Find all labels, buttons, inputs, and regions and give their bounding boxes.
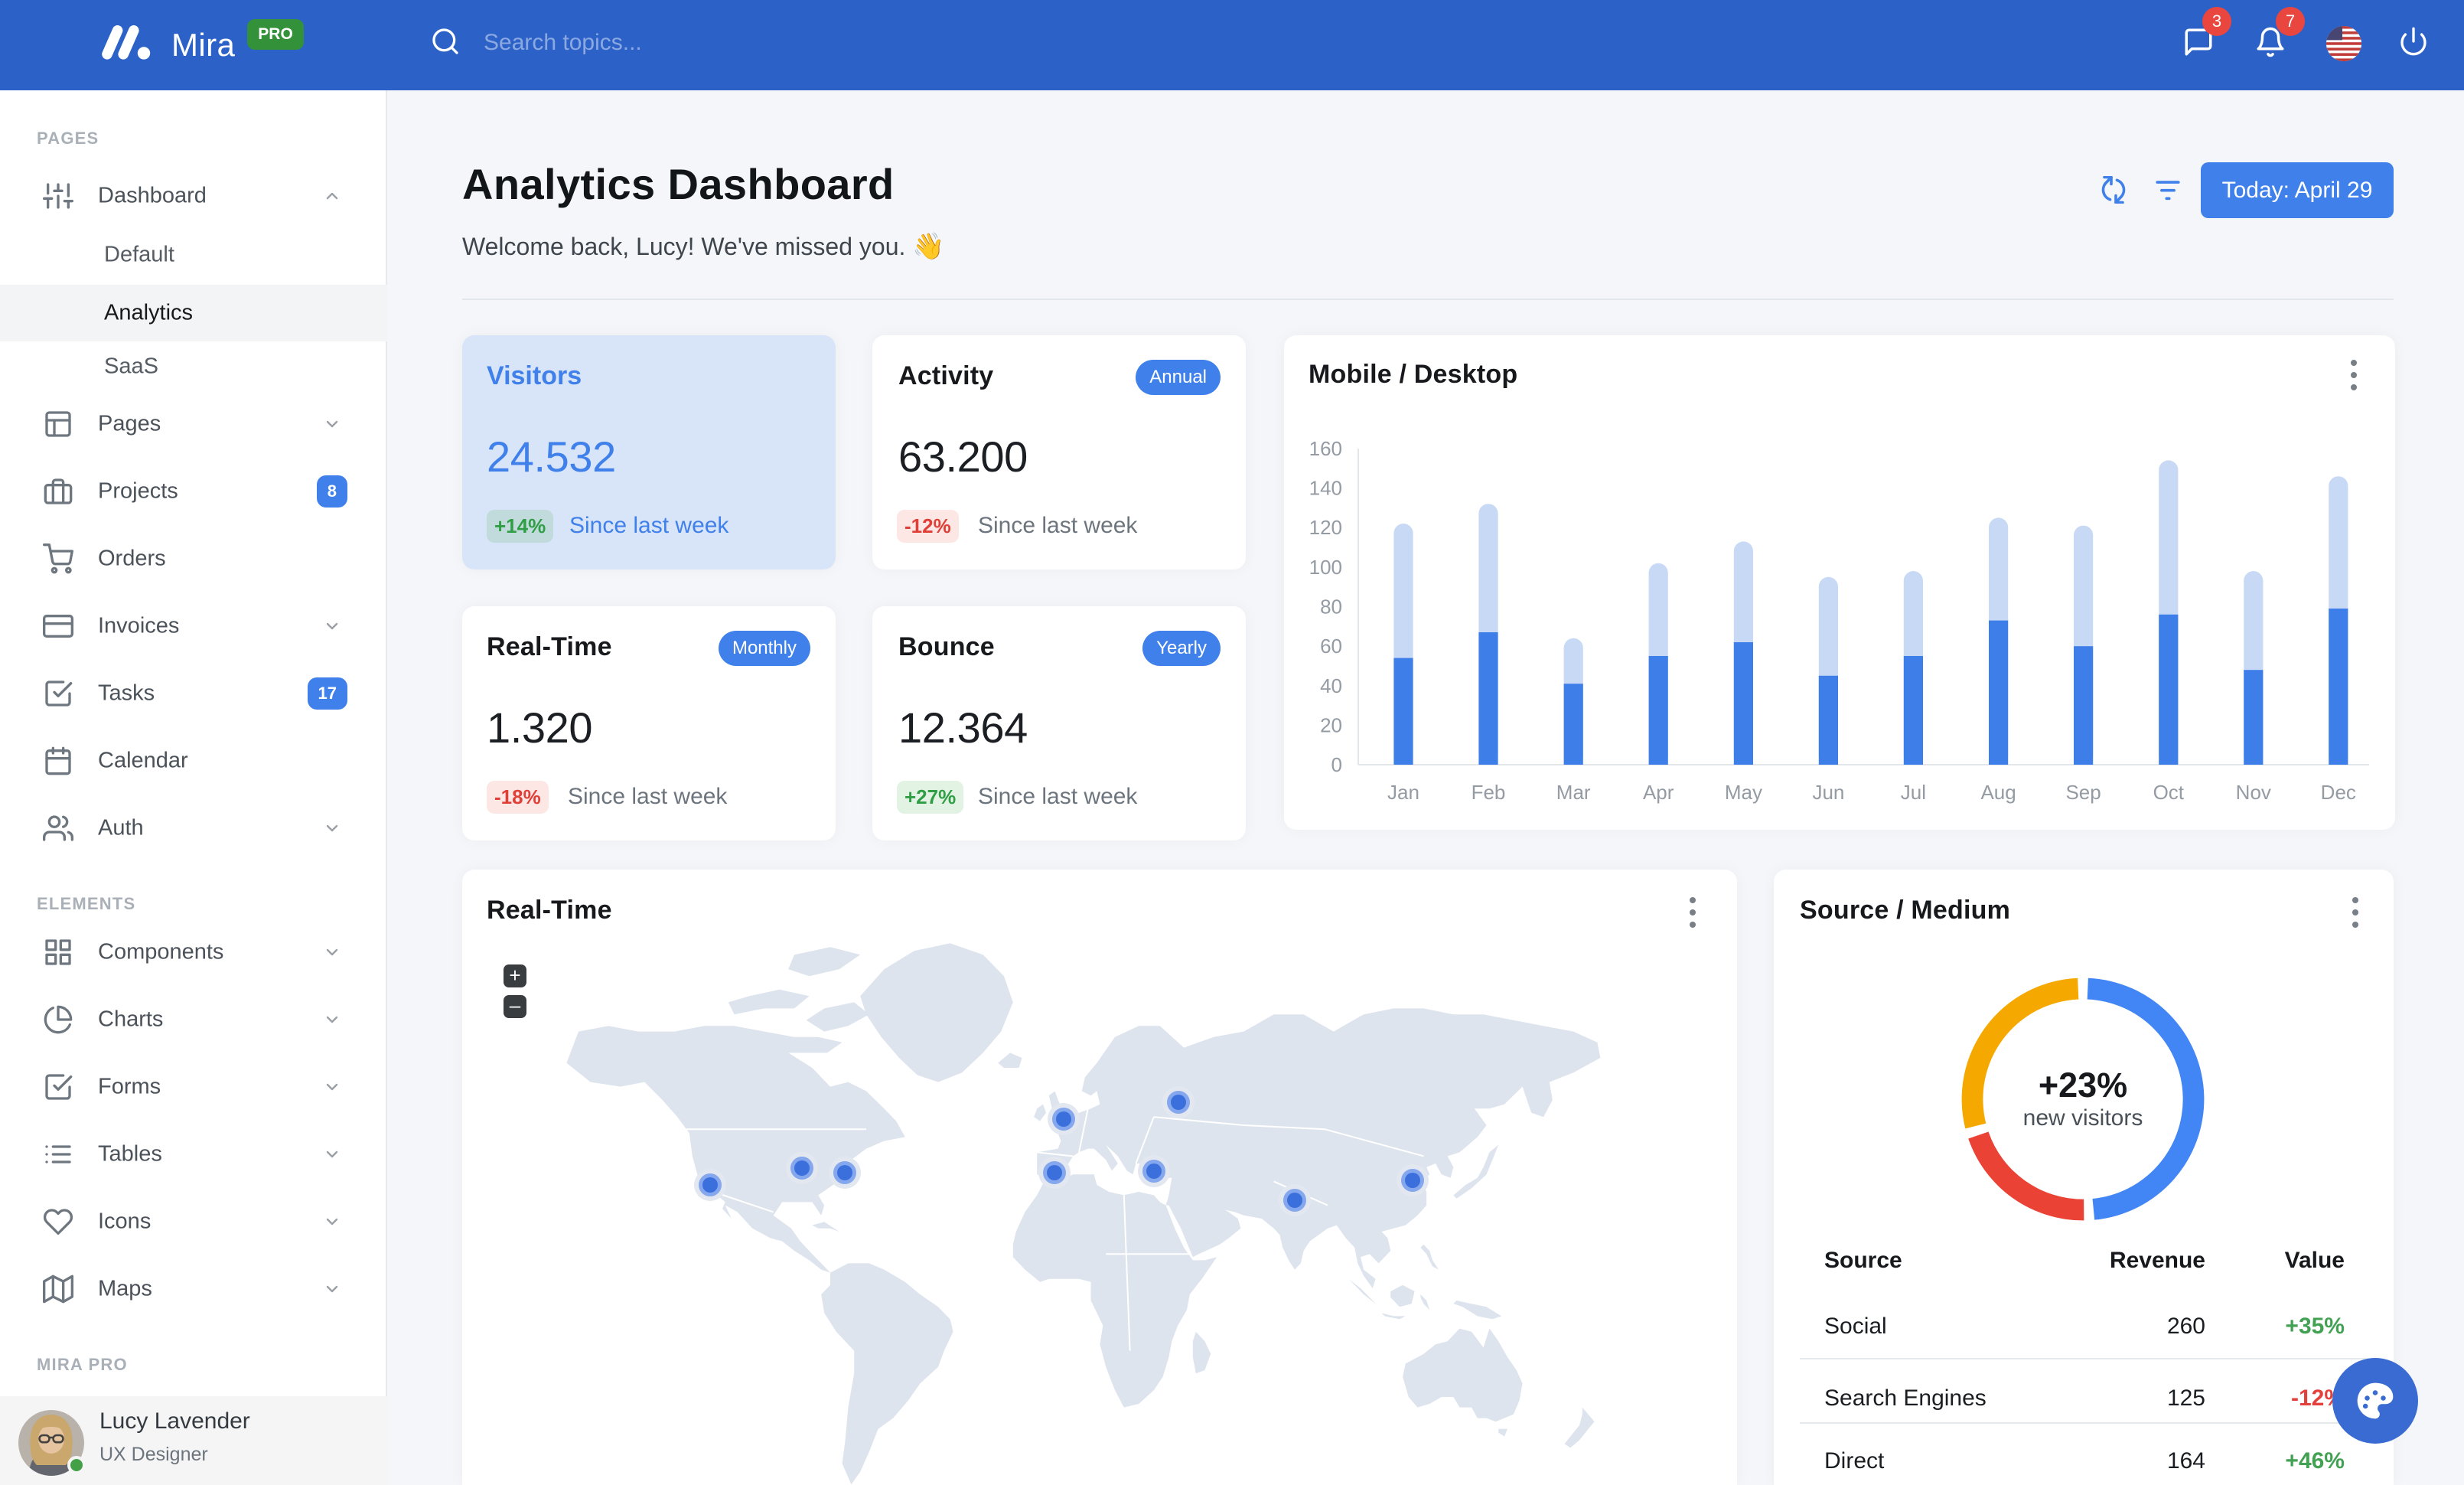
svg-text:40: 40 — [1320, 674, 1342, 697]
svg-text:Feb: Feb — [1472, 781, 1506, 804]
svg-text:Jan: Jan — [1387, 781, 1419, 804]
svg-text:Sep: Sep — [2065, 781, 2101, 804]
svg-text:0: 0 — [1331, 753, 1342, 776]
svg-text:Jul: Jul — [1901, 781, 1926, 804]
svg-text:100: 100 — [1309, 556, 1342, 579]
svg-text:Mar: Mar — [1556, 781, 1591, 804]
svg-text:60: 60 — [1320, 635, 1342, 658]
svg-text:Jun: Jun — [1812, 781, 1844, 804]
svg-text:140: 140 — [1309, 477, 1342, 500]
svg-text:May: May — [1725, 781, 1762, 804]
svg-text:Nov: Nov — [2236, 781, 2271, 804]
svg-text:Apr: Apr — [1643, 781, 1674, 804]
svg-text:80: 80 — [1320, 596, 1342, 618]
svg-text:Aug: Aug — [1980, 781, 2016, 804]
svg-text:Dec: Dec — [2321, 781, 2356, 804]
svg-text:Oct: Oct — [2153, 781, 2185, 804]
svg-text:120: 120 — [1309, 516, 1342, 539]
svg-text:20: 20 — [1320, 713, 1342, 736]
svg-text:160: 160 — [1309, 437, 1342, 460]
